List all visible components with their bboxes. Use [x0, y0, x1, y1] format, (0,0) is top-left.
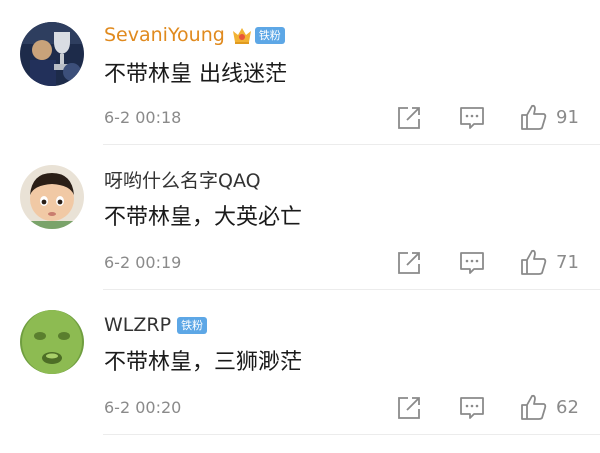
avatar[interactable]: [20, 310, 84, 374]
thumbs-up-icon[interactable]: [520, 248, 548, 276]
fan-badge: 铁粉: [254, 26, 285, 44]
comment-time: 6-2 00:18: [104, 108, 182, 127]
username[interactable]: 呀哟什么名字QAQ: [104, 169, 261, 193]
share-icon[interactable]: [396, 105, 422, 131]
share-icon[interactable]: [396, 250, 422, 276]
comment-text: 不带林皇 出线迷茫: [104, 62, 287, 87]
comment-time: 6-2 00:19: [104, 253, 182, 272]
comment-time: 6-2 00:20: [104, 398, 182, 417]
comment-icon[interactable]: [459, 105, 485, 131]
comment-icon[interactable]: [459, 395, 485, 421]
username[interactable]: SevaniYoung: [104, 23, 225, 47]
like-count: 62: [556, 396, 579, 418]
divider: [103, 434, 600, 435]
share-icon[interactable]: [396, 395, 422, 421]
crown-icon: [232, 28, 251, 44]
comment-text: 不带林皇，大英必亡: [104, 205, 303, 230]
avatar[interactable]: [20, 165, 84, 229]
thumbs-up-icon[interactable]: [520, 393, 548, 421]
username[interactable]: WLZRP: [104, 313, 171, 337]
like-count: 91: [556, 106, 579, 128]
avatar[interactable]: [20, 22, 84, 86]
comment-text: 不带林皇，三狮渺茫: [104, 350, 303, 375]
comment-item: 呀哟什么名字QAQ 不带林皇，大英必亡 6-2 00:19 71: [0, 145, 600, 290]
fan-badge: 铁粉: [177, 316, 208, 334]
comment-item: WLZRP 铁粉 不带林皇，三狮渺茫 6-2 00:20 62: [0, 290, 600, 453]
comment-item: SevaniYoung 铁粉 不带林皇 出线迷茫 6-2 00:18 91: [0, 0, 600, 145]
comment-icon[interactable]: [459, 250, 485, 276]
thumbs-up-icon[interactable]: [520, 103, 548, 131]
like-count: 71: [556, 251, 579, 273]
